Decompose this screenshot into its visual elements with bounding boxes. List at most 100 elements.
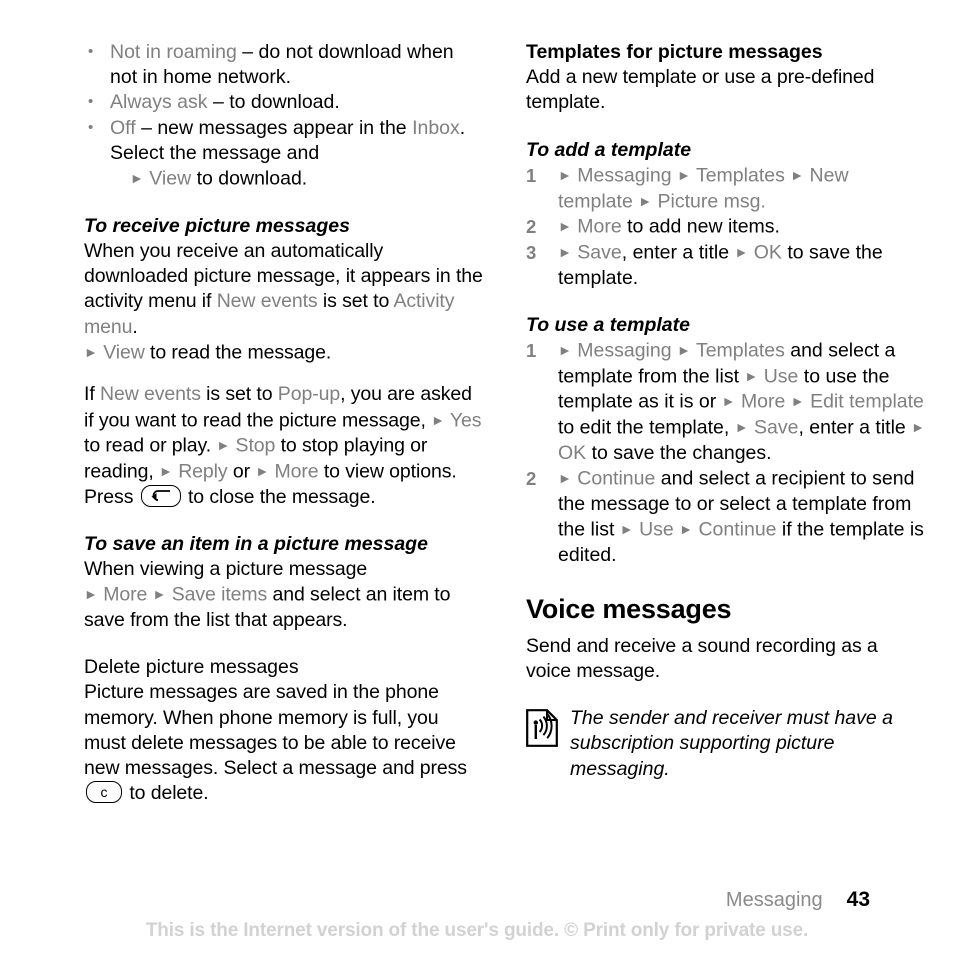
text-run: , enter a title xyxy=(621,241,735,264)
page-number: 43 xyxy=(846,888,870,911)
delete-paragraph: Picture messages are saved in the phone … xyxy=(84,680,484,806)
use-template-steps: ► Messaging ► Templates and select a tem… xyxy=(526,338,926,568)
ui-term: Save xyxy=(753,416,799,439)
text-run: to close the message. xyxy=(182,485,376,508)
nav-arrow-icon: ► xyxy=(744,367,759,384)
ui-term: OK xyxy=(558,441,587,464)
ui-term: Messaging xyxy=(577,164,672,187)
ui-term: Use xyxy=(639,518,674,541)
receive-paragraph-2: If New events is set to Pop-up, you are … xyxy=(84,382,484,510)
nav-arrow-icon: ► xyxy=(431,411,445,428)
nav-arrow-icon: ► xyxy=(734,243,749,260)
ui-term: Templates xyxy=(695,164,785,187)
ui-term: Messaging xyxy=(577,339,672,362)
list-item: Always ask – to download. xyxy=(84,89,484,115)
text-run: is set to xyxy=(317,290,394,313)
text-run: . xyxy=(132,315,138,338)
clear-key-label: c xyxy=(100,784,108,801)
text-run: or xyxy=(227,460,256,483)
page-footer: Messaging 43 xyxy=(726,888,870,912)
text-run: When viewing a picture message xyxy=(84,558,368,581)
ui-term: New events xyxy=(99,383,201,406)
nav-arrow-icon: ► xyxy=(130,170,144,187)
nav-arrow-icon: ► xyxy=(152,586,167,603)
ui-term: More xyxy=(740,390,786,413)
list-item: Not in roaming – do not download when no… xyxy=(84,39,484,90)
templates-intro: Add a new template or use a pre-defined … xyxy=(526,66,875,114)
nav-arrow-icon: ► xyxy=(734,419,749,436)
nav-arrow-icon: ► xyxy=(216,437,231,454)
nav-arrow-icon: ► xyxy=(679,520,694,537)
clear-key-icon: c xyxy=(86,781,122,804)
ui-term: Templates xyxy=(695,339,785,362)
voice-messages-intro: Send and receive a sound recording as a … xyxy=(526,634,878,683)
text-run: is set to xyxy=(200,383,278,406)
ui-term: Save items xyxy=(171,583,268,606)
nav-arrow-icon: ► xyxy=(677,342,691,359)
nav-arrow-icon: ► xyxy=(84,343,98,360)
add-template-steps: ► Messaging ► Templates ► New template ►… xyxy=(526,163,926,291)
ui-term: Pop-up xyxy=(277,383,341,406)
ui-term: Picture msg xyxy=(657,190,761,213)
left-column: Not in roaming – do not download when no… xyxy=(84,39,484,806)
ui-term: Continue xyxy=(698,518,777,541)
nav-arrow-icon: ► xyxy=(558,342,572,359)
list-item: ► Continue and select a recipient to sen… xyxy=(526,466,926,568)
note-text: The sender and receiver must have a subs… xyxy=(570,707,894,780)
procedure-heading-receive: To receive picture messages xyxy=(84,214,350,237)
text-run: to read the message. xyxy=(144,341,332,364)
list-item: ► Messaging ► Templates ► New template ►… xyxy=(526,163,926,214)
nav-arrow-icon: ► xyxy=(911,419,926,436)
ui-term: More xyxy=(577,215,622,238)
manual-page: Not in roaming – do not download when no… xyxy=(0,0,954,954)
text-run: to add new items. xyxy=(621,215,780,238)
procedure-heading-use-template: To use a template xyxy=(526,313,690,336)
ui-term: Continue xyxy=(577,467,656,490)
text-run: , enter a title xyxy=(798,416,912,439)
ui-term: Edit template xyxy=(810,390,924,413)
ui-term: Not in roaming xyxy=(110,41,237,63)
back-key-icon xyxy=(140,484,181,507)
note-block: The sender and receiver must have a subs… xyxy=(526,706,926,782)
bullet-text: – new messages appear in the xyxy=(135,116,413,139)
ui-term: OK xyxy=(753,241,782,264)
ui-term: Use xyxy=(763,365,799,388)
ui-term: More xyxy=(274,460,319,483)
nav-arrow-icon: ► xyxy=(638,192,653,209)
text-run: to edit the template, xyxy=(558,416,735,439)
text-run: Picture messages are saved in the phone … xyxy=(84,681,467,780)
procedure-heading-save-item: To save an item in a picture message xyxy=(84,532,428,555)
ui-term: Stop xyxy=(235,434,276,457)
receive-paragraph-1: When you receive an automatically downlo… xyxy=(84,239,484,366)
right-column: Templates for picture messages Add a new… xyxy=(526,40,926,782)
ui-term: New events xyxy=(216,290,318,313)
nav-arrow-icon: ► xyxy=(255,463,270,480)
nav-arrow-icon: ► xyxy=(558,166,572,183)
nav-arrow-icon: ► xyxy=(721,393,736,410)
nav-arrow-icon: ► xyxy=(619,520,634,537)
nav-arrow-icon: ► xyxy=(790,166,805,183)
download-options-list: Not in roaming – do not download when no… xyxy=(84,39,484,192)
subheading-templates: Templates for picture messages xyxy=(526,41,823,63)
ui-term: Always ask xyxy=(110,91,208,114)
text-run: If xyxy=(84,383,100,406)
save-item-paragraph: When viewing a picture message ► More ► S… xyxy=(84,557,484,633)
ui-term: Yes xyxy=(449,409,482,432)
nav-sub-line: ► View to download. xyxy=(110,166,484,192)
nav-arrow-icon: ► xyxy=(790,393,805,410)
nav-arrow-icon: ► xyxy=(677,166,691,183)
list-item: ► Save, enter a title ► OK to save the t… xyxy=(526,240,926,291)
bullet-text: to download. xyxy=(191,167,308,190)
list-item: ► Messaging ► Templates and select a tem… xyxy=(526,338,926,466)
ui-term: View xyxy=(149,167,192,190)
ui-term: Off xyxy=(110,116,136,139)
subheading-delete-picture-messages: Delete picture messages xyxy=(84,656,299,679)
footer-chapter-name: Messaging xyxy=(725,889,823,911)
nav-arrow-icon: ► xyxy=(84,586,98,603)
ui-term: View xyxy=(103,341,145,364)
section-heading-voice-messages: Voice messages xyxy=(526,593,732,624)
nav-arrow-icon: ► xyxy=(558,243,572,260)
ui-term: Reply xyxy=(178,460,228,483)
picture-message-note-icon xyxy=(526,709,558,748)
nav-arrow-icon: ► xyxy=(558,218,572,235)
